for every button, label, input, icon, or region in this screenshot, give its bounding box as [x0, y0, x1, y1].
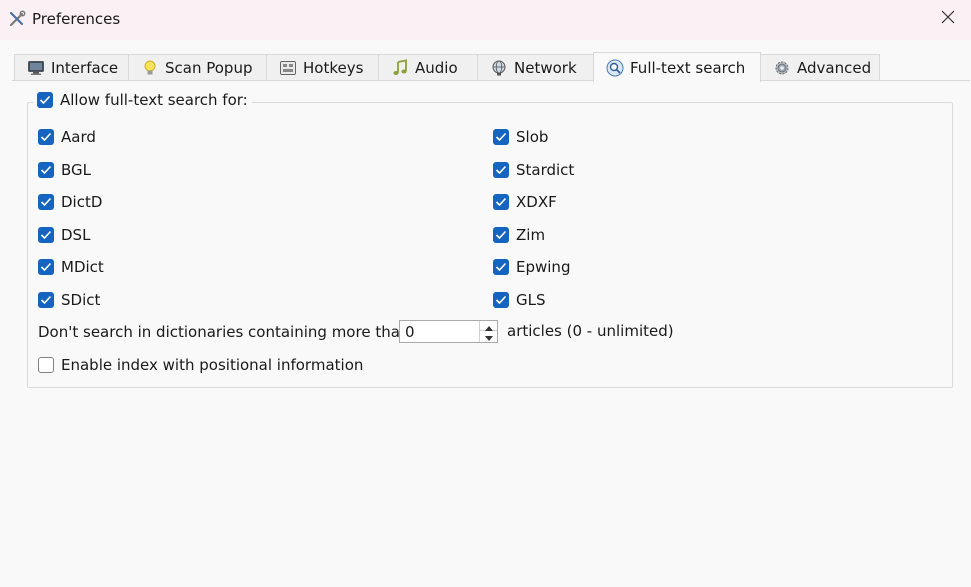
tab-full-text-search[interactable]: Full-text search: [593, 52, 761, 82]
format-label: Stardict: [516, 161, 575, 179]
max-articles-spinbox[interactable]: [399, 320, 498, 343]
format-label: BGL: [61, 161, 92, 179]
enable-positional-index-label: Enable index with positional information: [61, 356, 364, 374]
tab-audio[interactable]: Audio: [378, 54, 478, 81]
spin-down-button[interactable]: [480, 331, 497, 341]
tab-bar: Interface Scan Popup Hotkeys Audio Netwo…: [14, 52, 914, 82]
format-checkbox-slob[interactable]: Slob: [493, 128, 548, 146]
tab-label: Interface: [51, 59, 119, 77]
tools-icon: [8, 10, 26, 28]
tab-scan-popup[interactable]: Scan Popup: [128, 54, 267, 81]
format-checkbox-dsl[interactable]: DSL: [38, 226, 90, 244]
full-text-search-groupbox: [27, 102, 953, 388]
lightbulb-icon: [141, 59, 159, 77]
keyboard-icon: [279, 59, 297, 77]
format-checkbox-zim[interactable]: Zim: [493, 226, 545, 244]
format-label: Slob: [516, 128, 549, 146]
tab-label: Full-text search: [630, 58, 746, 77]
checkbox-checked-icon: [493, 129, 509, 145]
format-checkbox-bgl[interactable]: BGL: [38, 161, 91, 179]
format-checkbox-sdict[interactable]: SDict: [38, 291, 100, 309]
arrow-down-icon: [484, 327, 493, 345]
checkbox-checked-icon: [493, 259, 509, 275]
tab-advanced[interactable]: Advanced: [760, 54, 880, 81]
tab-label: Advanced: [797, 59, 872, 77]
network-globe-icon: [490, 59, 508, 77]
checkbox-unchecked-icon: [38, 357, 54, 373]
max-articles-suffix: articles (0 - unlimited): [507, 322, 674, 340]
format-label: Zim: [516, 226, 546, 244]
checkbox-checked-icon: [38, 259, 54, 275]
checkbox-checked-icon: [38, 129, 54, 145]
allow-full-text-search-checkbox[interactable]: Allow full-text search for:: [33, 91, 252, 109]
format-label: DictD: [61, 193, 103, 211]
format-label: DSL: [61, 226, 91, 244]
tab-network[interactable]: Network: [477, 54, 594, 81]
checkbox-checked-icon: [493, 162, 509, 178]
music-note-icon: [391, 59, 409, 77]
format-checkbox-gls[interactable]: GLS: [493, 291, 546, 309]
format-label: GLS: [516, 291, 546, 309]
magnifier-icon: [606, 59, 624, 77]
format-checkbox-aard[interactable]: Aard: [38, 128, 96, 146]
format-label: Aard: [61, 128, 96, 146]
format-label: Epwing: [516, 258, 571, 276]
tab-label: Scan Popup: [165, 59, 253, 77]
checkbox-checked-icon: [38, 194, 54, 210]
format-label: XDXF: [516, 193, 557, 211]
max-articles-label: Don't search in dictionaries containing …: [38, 323, 410, 341]
enable-positional-index-checkbox[interactable]: Enable index with positional information: [38, 356, 363, 374]
close-icon: [941, 10, 955, 28]
tab-label: Audio: [415, 59, 458, 77]
format-checkbox-epwing[interactable]: Epwing: [493, 258, 570, 276]
tab-hotkeys[interactable]: Hotkeys: [266, 54, 379, 81]
checkbox-checked-icon: [38, 292, 54, 308]
tab-label: Hotkeys: [303, 59, 364, 77]
checkbox-checked-icon: [38, 162, 54, 178]
window-title: Preferences: [32, 10, 121, 28]
close-button[interactable]: [925, 0, 971, 38]
gear-icon: [773, 59, 791, 77]
format-checkbox-xdxf[interactable]: XDXF: [493, 193, 557, 211]
allow-full-text-search-label: Allow full-text search for:: [60, 91, 248, 109]
checkbox-checked-icon: [493, 292, 509, 308]
checkbox-checked-icon: [493, 194, 509, 210]
checkbox-checked-icon: [493, 227, 509, 243]
format-label: SDict: [61, 291, 101, 309]
title-bar: Preferences: [0, 0, 971, 40]
monitor-icon: [27, 59, 45, 77]
format-checkbox-stardict[interactable]: Stardict: [493, 161, 574, 179]
format-checkbox-dictd[interactable]: DictD: [38, 193, 102, 211]
tab-interface[interactable]: Interface: [14, 54, 129, 81]
format-checkbox-mdict[interactable]: MDict: [38, 258, 104, 276]
max-articles-input[interactable]: [400, 321, 479, 342]
format-label: MDict: [61, 258, 104, 276]
tab-label: Network: [514, 59, 577, 77]
checkbox-checked-icon: [37, 92, 53, 108]
checkbox-checked-icon: [38, 227, 54, 243]
spinbox-arrows: [479, 321, 497, 342]
max-articles-row: Don't search in dictionaries containing …: [38, 320, 409, 344]
